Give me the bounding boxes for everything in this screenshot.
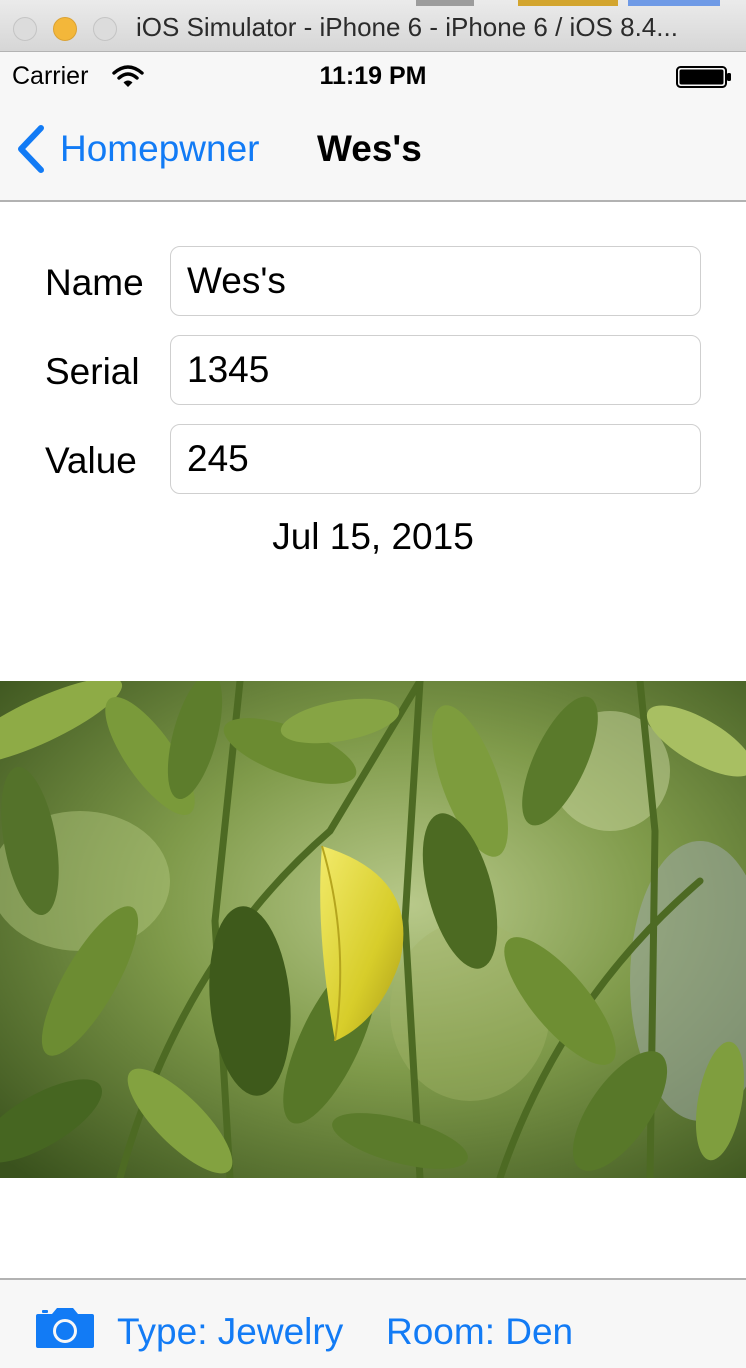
close-window-button[interactable] <box>13 17 37 41</box>
battery-icon <box>676 66 731 88</box>
value-field[interactable] <box>170 424 701 494</box>
back-chevron-icon <box>18 125 44 173</box>
zoom-window-button[interactable] <box>93 17 117 41</box>
serial-field[interactable] <box>170 335 701 405</box>
titlebar-decoration <box>628 0 720 6</box>
name-field[interactable] <box>170 246 701 316</box>
titlebar-decoration <box>518 0 618 6</box>
window-titlebar: iOS Simulator - iPhone 6 - iPhone 6 / iO… <box>0 0 746 52</box>
room-button[interactable]: Room: Den <box>386 1311 573 1353</box>
name-label: Name <box>45 262 144 303</box>
camera-icon[interactable] <box>34 1306 96 1350</box>
serial-label: Serial <box>45 351 140 392</box>
value-row: Value <box>0 424 746 494</box>
window-title: iOS Simulator - iPhone 6 - iPhone 6 / iO… <box>136 12 678 42</box>
back-button[interactable]: Homepwner <box>14 122 259 176</box>
back-button-label: Homepwner <box>60 128 260 169</box>
type-button[interactable]: Type: Jewelry <box>117 1311 343 1353</box>
minimize-window-button[interactable] <box>53 17 77 41</box>
navigation-bar: Homepwner Wes's <box>0 98 746 202</box>
date-created-label: Jul 15, 2015 <box>272 516 474 557</box>
status-time: 11:19 PM <box>319 62 427 90</box>
bottom-toolbar: Type: Jewelry Room: Den <box>0 1278 746 1368</box>
item-photo <box>0 681 746 1178</box>
value-label: Value <box>45 440 137 481</box>
titlebar-decoration <box>416 0 474 6</box>
status-bar: Carrier 11:19 PM <box>0 52 746 98</box>
leaf-photo <box>0 681 746 1178</box>
nav-title: Wes's <box>317 128 422 169</box>
name-row: Name <box>0 246 746 316</box>
serial-row: Serial <box>0 335 746 405</box>
